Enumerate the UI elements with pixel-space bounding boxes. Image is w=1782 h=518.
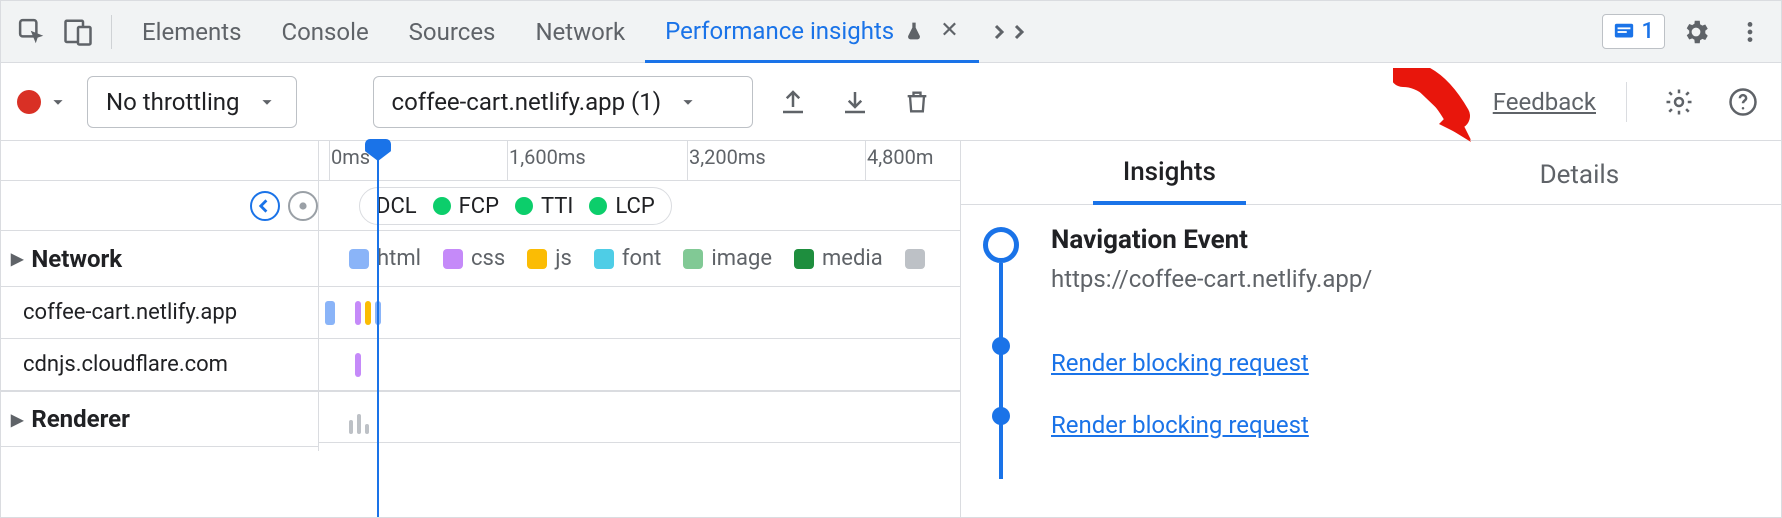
insights-tabs: Insights Details (961, 141, 1781, 205)
tab-details[interactable]: Details (1510, 160, 1650, 204)
tab-console[interactable]: Console (261, 1, 388, 63)
tab-insights[interactable]: Insights (1093, 157, 1246, 205)
separator (1626, 82, 1627, 122)
perf-toolbar: No throttling coffee-cart.netlify.app (1… (1, 63, 1781, 141)
record-dot-icon (17, 90, 41, 114)
panel-settings-gear-icon[interactable] (1657, 80, 1701, 124)
delete-icon[interactable] (895, 80, 939, 124)
timeline-pane: 0ms 1,600ms 3,200ms 4,800m DCL FCP TTI (1, 141, 961, 517)
record-button[interactable] (17, 90, 69, 114)
ruler-tick: 3,200ms (689, 145, 766, 169)
callout-arrow-icon (1393, 68, 1483, 148)
host-row[interactable]: cdnjs.cloudflare.com (1, 339, 318, 391)
insight-link[interactable]: Render blocking request (1051, 411, 1757, 439)
more-tabs-button[interactable] (979, 1, 1039, 63)
timeline-dot-icon (992, 337, 1010, 355)
playhead[interactable] (377, 141, 379, 517)
insight-link[interactable]: Render blocking request (1051, 349, 1757, 377)
recording-select[interactable]: coffee-cart.netlify.app (1) (373, 76, 753, 128)
host-row[interactable]: coffee-cart.netlify.app (1, 287, 318, 339)
insight-title: Navigation Event (1051, 225, 1757, 255)
legend-row: html css js font image media (319, 231, 960, 287)
metrics-pill[interactable]: DCL FCP TTI LCP (359, 187, 672, 225)
device-toggle-icon[interactable] (55, 9, 101, 55)
zoom-current-button[interactable] (288, 191, 318, 221)
disclosure-triangle-icon: ▶ (11, 249, 23, 268)
section-network-header[interactable]: ▶ Network (1, 231, 318, 287)
disclosure-triangle-icon: ▶ (11, 410, 23, 429)
help-icon[interactable] (1721, 80, 1765, 124)
feedback-link[interactable]: Feedback (1493, 88, 1596, 116)
ruler-tick: 4,800m (867, 145, 933, 169)
network-bar-row[interactable] (319, 339, 960, 391)
ruler-tick: 0ms (331, 145, 370, 169)
separator (111, 15, 112, 49)
section-renderer-header[interactable]: ▶ Renderer (1, 391, 318, 447)
zoom-start-button[interactable] (250, 191, 280, 221)
settings-gear-icon[interactable] (1673, 9, 1719, 55)
tab-network[interactable]: Network (515, 1, 645, 63)
metrics-row: DCL FCP TTI LCP (1, 181, 960, 231)
download-icon[interactable] (833, 80, 877, 124)
timeline-node-icon (983, 227, 1019, 263)
experiment-flask-icon (904, 20, 924, 42)
ruler-tick: 1,600ms (509, 145, 586, 169)
timeline-track (981, 221, 1021, 439)
close-tab-icon[interactable]: ✕ (940, 18, 958, 43)
tab-performance-insights[interactable]: Performance insights ✕ (645, 1, 978, 63)
issues-badge[interactable]: 1 (1602, 14, 1665, 49)
tab-sources[interactable]: Sources (389, 1, 516, 63)
timeline-ruler[interactable]: 0ms 1,600ms 3,200ms 4,800m (1, 141, 960, 181)
insight-url: https://coffee-cart.netlify.app/ (1051, 265, 1757, 293)
upload-icon[interactable] (771, 80, 815, 124)
timeline-dot-icon (992, 407, 1010, 425)
kebab-menu-icon[interactable] (1727, 9, 1773, 55)
devtools-tabs-row: Elements Console Sources Network Perform… (1, 1, 1781, 63)
tab-elements[interactable]: Elements (122, 1, 261, 63)
throttling-select[interactable]: No throttling (87, 76, 297, 128)
renderer-bar-row[interactable] (319, 391, 960, 443)
inspect-element-icon[interactable] (9, 9, 55, 55)
network-bar-row[interactable] (319, 287, 960, 339)
insights-pane: Insights Details Navigation Event https:… (961, 141, 1781, 517)
